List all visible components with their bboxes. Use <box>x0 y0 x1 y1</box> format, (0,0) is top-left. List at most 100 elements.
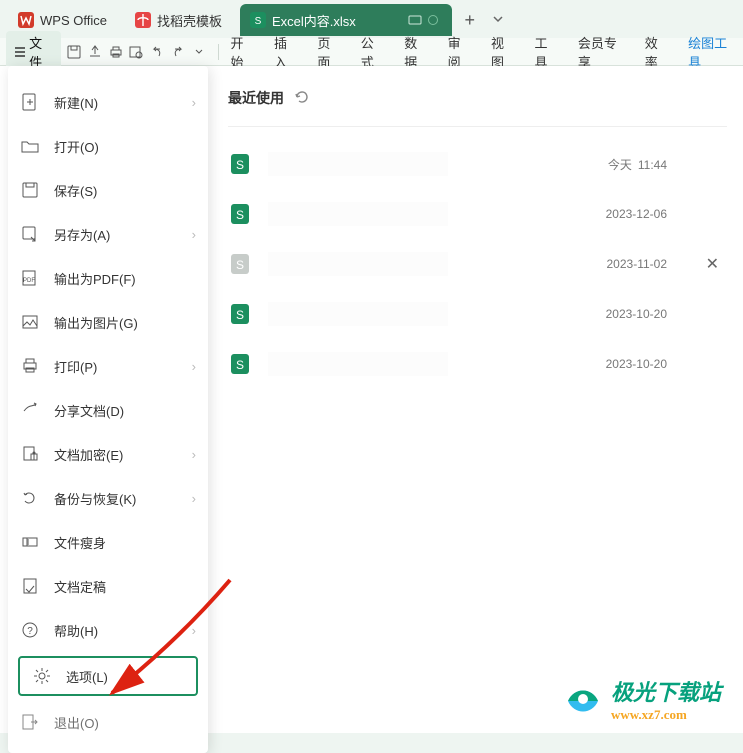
item-date: 2023-10-20 <box>606 307 667 321</box>
sheet-file-icon: S <box>228 152 252 176</box>
watermark-logo-icon <box>563 679 603 719</box>
tab-list-dropdown[interactable] <box>488 9 508 32</box>
ribbon-insert[interactable]: 插入 <box>272 33 299 71</box>
ribbon-page[interactable]: 页面 <box>315 33 342 71</box>
ribbon-formula[interactable]: 公式 <box>359 33 386 71</box>
file-dropdown-panel: 新建(N) › 打开(O) 保存(S) 另存为(A) › PDF 输出为PDF(… <box>8 66 208 753</box>
chevron-right-icon: › <box>192 227 196 242</box>
file-encrypt-label: 文档加密(E) <box>54 445 123 464</box>
file-save[interactable]: 保存(S) <box>8 168 208 212</box>
export-image-icon <box>20 312 40 332</box>
compress-icon <box>20 532 40 552</box>
file-new[interactable]: 新建(N) › <box>8 80 208 124</box>
list-item[interactable]: S 今天11:44 <box>228 139 727 189</box>
file-backup[interactable]: 备份与恢复(K) › <box>8 476 208 520</box>
window-mode-icon[interactable] <box>408 13 422 27</box>
sheet-file-icon: S <box>228 352 252 376</box>
file-help-label: 帮助(H) <box>54 621 98 640</box>
ribbon-view[interactable]: 视图 <box>489 33 516 71</box>
file-finalize[interactable]: 文档定稿 <box>8 564 208 608</box>
file-backup-label: 备份与恢复(K) <box>54 489 136 508</box>
lock-icon <box>20 444 40 464</box>
save-icon <box>20 180 40 200</box>
file-help[interactable]: ? 帮助(H) › <box>8 608 208 652</box>
redo-dropdown-icon[interactable] <box>191 43 208 61</box>
watermark: 极光下载站 www.xz7.com <box>563 675 721 723</box>
svg-text:S: S <box>236 258 244 272</box>
tab-wps-label: WPS Office <box>40 13 107 28</box>
file-exit[interactable]: 退出(O) <box>8 700 208 744</box>
new-file-icon <box>20 92 40 112</box>
tab-current-sheet[interactable]: S Excel内容.xlsx <box>240 4 452 36</box>
sheet-file-icon: S <box>228 202 252 226</box>
ribbon-draw[interactable]: 绘图工具 <box>686 33 737 71</box>
file-share[interactable]: 分享文档(D) <box>8 388 208 432</box>
list-item[interactable]: S 2023-12-06 <box>228 189 727 239</box>
list-item[interactable]: S 2023-10-20 <box>228 289 727 339</box>
tab-sheet-label: Excel内容.xlsx <box>272 11 356 30</box>
ribbon-tabs: 开始 插入 页面 公式 数据 审阅 视图 工具 会员专享 效率 绘图工具 <box>229 33 737 71</box>
save-icon[interactable] <box>65 43 82 61</box>
print-icon <box>20 356 40 376</box>
backup-icon <box>20 488 40 508</box>
file-options[interactable]: 选项(L) <box>18 656 198 696</box>
item-time: 11:44 <box>632 158 667 172</box>
svg-text:S: S <box>236 358 244 372</box>
redo-icon[interactable] <box>170 43 187 61</box>
file-print[interactable]: 打印(P) › <box>8 344 208 388</box>
ribbon-member[interactable]: 会员专享 <box>576 33 627 71</box>
chevron-right-icon: › <box>192 95 196 110</box>
file-print-label: 打印(P) <box>54 357 97 376</box>
file-slim[interactable]: 文件瘦身 <box>8 520 208 564</box>
ribbon-start[interactable]: 开始 <box>229 33 256 71</box>
svg-text:?: ? <box>27 626 33 637</box>
ribbon-perf[interactable]: 效率 <box>643 33 670 71</box>
print-icon[interactable] <box>107 43 124 61</box>
stamp-icon <box>20 576 40 596</box>
watermark-url: www.xz7.com <box>611 707 687 723</box>
ribbon-review[interactable]: 审阅 <box>446 33 473 71</box>
sheet-file-gray-icon: S <box>228 252 252 276</box>
folder-open-icon <box>20 136 40 156</box>
export-pdf-icon: PDF <box>20 268 40 288</box>
file-share-label: 分享文档(D) <box>54 401 124 420</box>
settings-icon <box>32 666 52 686</box>
file-finalize-label: 文档定稿 <box>54 577 106 596</box>
file-saveas[interactable]: 另存为(A) › <box>8 212 208 256</box>
list-item[interactable]: S 2023-10-20 <box>228 339 727 389</box>
ribbon-data[interactable]: 数据 <box>402 33 429 71</box>
file-open[interactable]: 打开(O) <box>8 124 208 168</box>
file-encrypt[interactable]: 文档加密(E) › <box>8 432 208 476</box>
refresh-icon[interactable] <box>294 89 310 108</box>
file-image-label: 输出为图片(G) <box>54 313 138 332</box>
file-export-pdf[interactable]: PDF 输出为PDF(F) <box>8 256 208 300</box>
help-icon: ? <box>20 620 40 640</box>
tab-daoke-label: 找稻壳模板 <box>157 11 222 30</box>
item-date: 2023-11-02 <box>607 257 668 271</box>
preview-icon[interactable] <box>128 43 145 61</box>
chevron-right-icon: › <box>192 359 196 374</box>
tab-status-icon <box>428 15 438 25</box>
list-item[interactable]: S 2023-11-02 ✕ <box>228 239 727 289</box>
svg-text:S: S <box>236 208 244 222</box>
export-icon[interactable] <box>86 43 103 61</box>
share-icon <box>20 400 40 420</box>
file-exit-label: 退出(O) <box>54 713 99 732</box>
item-date: 2023-10-20 <box>606 357 667 371</box>
tab-daoke[interactable]: 找稻壳模板 <box>125 4 236 36</box>
file-export-image[interactable]: 输出为图片(G) <box>8 300 208 344</box>
toolbar: 文件 开始 插入 页面 公式 数据 审阅 视图 工具 会员专享 效率 绘图工具 <box>0 38 743 66</box>
svg-text:PDF: PDF <box>23 278 35 284</box>
undo-icon[interactable] <box>149 43 166 61</box>
sheet-file-icon: S <box>228 302 252 326</box>
recent-panel: 最近使用 S 今天11:44 S 2023-12-06 S 2023-11-02… <box>208 66 743 733</box>
ribbon-tool[interactable]: 工具 <box>532 33 559 71</box>
file-options-label: 选项(L) <box>66 667 108 686</box>
saveas-icon <box>20 224 40 244</box>
recent-list: S 今天11:44 S 2023-12-06 S 2023-11-02 ✕ S … <box>228 127 727 389</box>
file-pdf-label: 输出为PDF(F) <box>54 269 136 288</box>
file-open-label: 打开(O) <box>54 137 99 156</box>
new-tab-button[interactable]: + <box>456 10 484 31</box>
close-icon[interactable]: ✕ <box>706 254 719 274</box>
recent-title: 最近使用 <box>228 88 284 108</box>
